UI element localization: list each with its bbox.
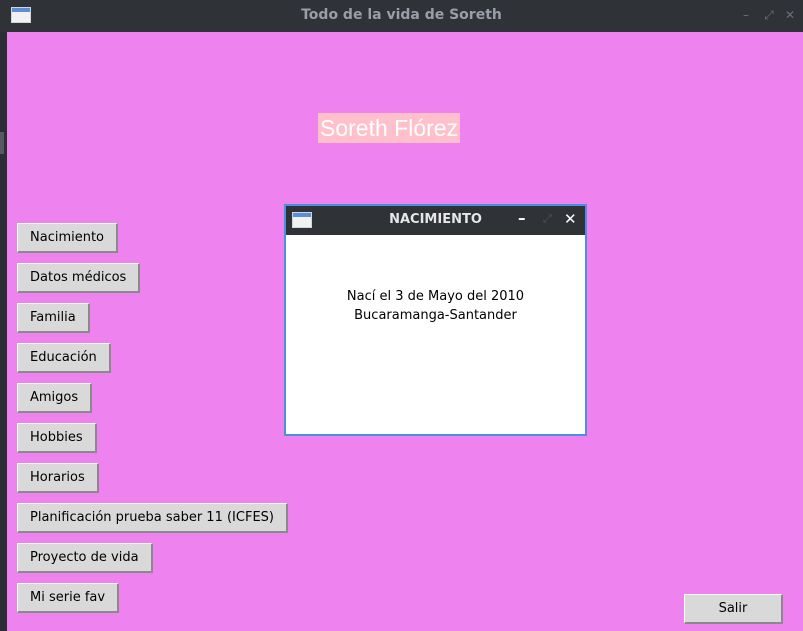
- amigos-button[interactable]: Amigos: [17, 383, 93, 413]
- nacimiento-button[interactable]: Nacimiento: [17, 223, 119, 253]
- proyecto-de-vida-button[interactable]: Proyecto de vida: [17, 543, 153, 573]
- main-window: Todo de la vida de Soreth – ⤢ ✕ Soreth F…: [0, 0, 803, 631]
- datos-medicos-button[interactable]: Datos médicos: [17, 263, 141, 293]
- dialog-titlebar[interactable]: NACIMIENTO – ⤢ ✕: [286, 206, 585, 235]
- dialog-body: Nací el 3 de Mayo del 2010 Bucaramanga-S…: [286, 235, 585, 434]
- educacion-button[interactable]: Educación: [17, 343, 111, 373]
- horarios-button[interactable]: Horarios: [17, 463, 99, 493]
- edge-handle: [0, 132, 4, 154]
- hobbies-button[interactable]: Hobbies: [17, 423, 97, 453]
- titlebar[interactable]: Todo de la vida de Soreth – ⤢ ✕: [0, 0, 803, 32]
- dialog-title: NACIMIENTO: [389, 212, 482, 227]
- salir-button[interactable]: Salir: [684, 594, 783, 624]
- mi-serie-fav-button[interactable]: Mi serie fav: [17, 583, 120, 613]
- close-icon[interactable]: ✕: [783, 8, 797, 22]
- birth-date-text: Nací el 3 de Mayo del 2010: [346, 289, 525, 304]
- familia-button[interactable]: Familia: [17, 303, 90, 333]
- maximize-icon[interactable]: ⤢: [762, 8, 776, 23]
- minimize-icon[interactable]: –: [739, 8, 753, 22]
- dialog-minimize-icon[interactable]: –: [518, 209, 526, 227]
- birth-place-text: Bucaramanga-Santander: [354, 308, 517, 323]
- dialog-close-icon[interactable]: ✕: [564, 210, 577, 228]
- nacimiento-dialog: NACIMIENTO – ⤢ ✕ Nací el 3 de Mayo del 2…: [284, 204, 587, 436]
- left-edge: [0, 32, 7, 631]
- window-title: Todo de la vida de Soreth: [301, 7, 502, 23]
- dialog-maximize-icon[interactable]: ⤢: [543, 212, 552, 226]
- name-label: Soreth Flórez: [318, 113, 461, 143]
- planificacion-icfes-button[interactable]: Planificación prueba saber 11 (ICFES): [17, 503, 288, 533]
